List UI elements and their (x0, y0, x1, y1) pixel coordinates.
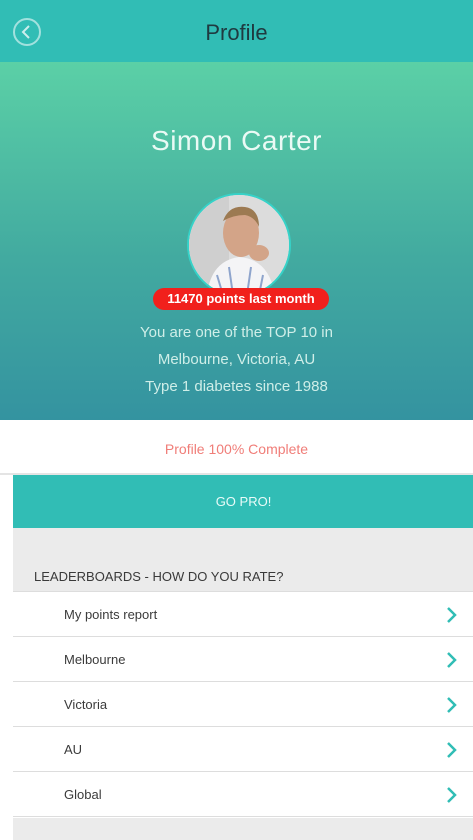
list-item-label: Melbourne (64, 652, 126, 667)
list-item-label: AU (64, 742, 83, 757)
profile-completion-text: Profile 100% Complete (164, 441, 309, 457)
chevron-right-icon (447, 742, 457, 758)
page-title: Profile (205, 20, 268, 45)
go-pro-button[interactable]: GO PRO! (13, 475, 473, 528)
leaderboard-item-au[interactable]: AU (13, 726, 473, 771)
leaderboard-item-melbourne[interactable]: Melbourne (13, 636, 473, 681)
list-item-label: My points report (64, 607, 158, 622)
chevron-right-icon (447, 787, 457, 803)
location-text: Melbourne, Victoria, AU (157, 351, 316, 368)
leaderboard-item-points-report[interactable]: My points report (13, 591, 473, 636)
avatar[interactable] (187, 193, 291, 297)
list-item-label: Victoria (64, 697, 108, 712)
user-name: Simon Carter (151, 125, 322, 156)
chevron-right-icon (447, 652, 457, 668)
profile-hero: Simon Carter 11470 points last month You… (0, 62, 473, 420)
points-badge: 11470 points last month (153, 288, 329, 310)
top-bar: Profile (0, 0, 473, 62)
diabetes-text: Type 1 diabetes since 1988 (145, 378, 328, 395)
leaderboards-heading: LEADERBOARDS - HOW DO YOU RATE? (34, 569, 284, 584)
rank-text: You are one of the TOP 10 in (140, 324, 333, 341)
list-item-label: Global (64, 787, 102, 802)
chevron-right-icon (447, 607, 457, 623)
leaderboard-item-victoria[interactable]: Victoria (13, 681, 473, 726)
chevron-right-icon (447, 697, 457, 713)
leaderboards-list: My points report Melbourne Victoria AU G… (13, 591, 473, 818)
avatar-photo (189, 195, 289, 295)
leaderboard-item-global[interactable]: Global (13, 771, 473, 817)
